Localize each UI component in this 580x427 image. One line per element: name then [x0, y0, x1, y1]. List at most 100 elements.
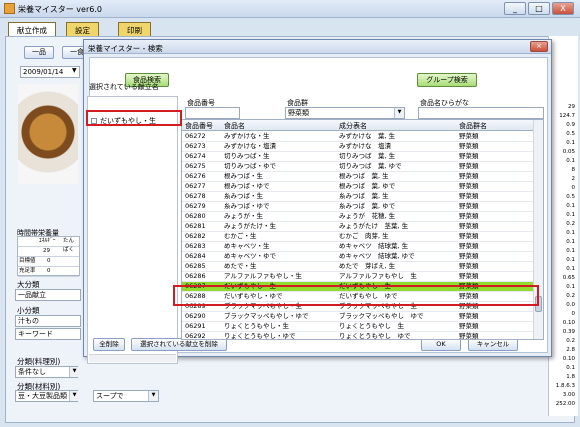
table-cell: 06276	[185, 172, 206, 180]
table-row[interactable]: 06275 切りみつば・ゆで 切りみつば 葉, ゆで 野菜類	[182, 162, 534, 172]
selected-menu-label: 選択されている献立名	[89, 83, 159, 91]
dialog-title: 栄養マイスター - 検索	[88, 44, 163, 53]
close-button[interactable]: X	[552, 2, 574, 15]
table-cell: 野菜類	[459, 262, 479, 270]
class-dish-value: 条件なし	[18, 368, 46, 376]
nutrient-value: 0.1	[566, 203, 575, 209]
table-row[interactable]: 06283 めキャベツ・生 めキャベツ 結球葉, 生 野菜類	[182, 242, 534, 252]
table-cell: りょくとうもやし 生	[339, 322, 404, 330]
table-row[interactable]: 06291 りょくとうもやし・生 りょくとうもやし 生 野菜類	[182, 322, 534, 332]
table-row[interactable]: 06276 根みつば・生 根みつば 葉, 生 野菜類	[182, 172, 534, 182]
nutrient-value: 0.1	[566, 158, 575, 164]
category-field[interactable]: 一品献立	[15, 289, 81, 301]
grid-header-cell[interactable]: 食品群名	[459, 121, 487, 131]
table-row[interactable]: 06286 アルファルファもやし・生 アルファルファもやし 生 野菜類	[182, 272, 534, 282]
food-group-select[interactable]: 野菜類	[285, 107, 405, 119]
selected-menu-list: だいずもやし・生	[87, 96, 178, 364]
grid-header-cell[interactable]: 食品名	[224, 121, 245, 131]
table-row[interactable]: 06279 糸みつば・ゆで 糸みつば 葉, ゆで 野菜類	[182, 202, 534, 212]
tab-menu-create[interactable]: 献立作成	[8, 22, 56, 37]
nutrient-value: 0.10	[562, 320, 575, 326]
table-cell: 06282	[185, 232, 206, 240]
table-cell: アルファルファもやし・生	[224, 272, 302, 280]
dialog-close-button[interactable]: ×	[530, 41, 548, 52]
soup-value: スープで	[96, 392, 124, 400]
grid-header-cell[interactable]: 食品番号	[185, 121, 213, 131]
table-cell: 野菜類	[459, 142, 479, 150]
date-field[interactable]: 2009/01/14	[20, 66, 80, 78]
table-row[interactable]: 06282 むかご・生 むかご 肉芽, 生 野菜類	[182, 232, 534, 242]
table-cell: みょうがたけ・生	[224, 222, 276, 230]
clear-all-button[interactable]: 全削除	[93, 338, 125, 351]
horizontal-scrollbar[interactable]	[89, 354, 176, 362]
grid-header-cell[interactable]: 成分表名	[339, 121, 367, 131]
chevron-down-icon[interactable]: ▼	[69, 367, 79, 377]
minimize-button[interactable]: _	[504, 2, 526, 15]
table-cell: ブラックマッペもやし・ゆで	[224, 312, 309, 320]
table-cell: りょくとうもやし ゆで	[339, 332, 411, 340]
table-row[interactable]: 06292 りょくとうもやし・ゆで りょくとうもやし ゆで 野菜類	[182, 332, 534, 340]
nutrition-row: 目標値 0	[18, 257, 79, 267]
group-search-button[interactable]: グループ検索	[417, 73, 477, 87]
table-cell: 野菜類	[459, 152, 479, 160]
food-kana-input[interactable]	[418, 107, 544, 119]
nutrient-value: 0.5	[566, 194, 575, 200]
table-cell: めキャベツ・ゆで	[224, 252, 276, 260]
single-dish-button[interactable]: 一品	[24, 46, 54, 59]
table-row[interactable]: 06280 みょうが・生 みょうが 花穂, 生 野菜類	[182, 212, 534, 222]
nutrient-value: 252.00	[555, 401, 575, 407]
maximize-button[interactable]: □	[528, 2, 550, 15]
nutrient-value: 8	[571, 167, 576, 173]
table-cell: 切りみつば・生	[224, 152, 270, 160]
table-cell: 糸みつば 葉, 生	[339, 192, 389, 200]
table-cell: りょくとうもやし・生	[224, 322, 289, 330]
nutrition-row-label: 充足率	[19, 268, 36, 274]
table-cell: めキャベツ 結球葉, ゆで	[339, 252, 415, 260]
tab-settings[interactable]: 設定	[66, 22, 99, 36]
nutrient-value: 1.8	[566, 374, 575, 380]
table-row[interactable]: 06284 めキャベツ・ゆで めキャベツ 結球葉, ゆで 野菜類	[182, 252, 534, 262]
table-cell: みょうが・生	[224, 212, 263, 220]
nutrient-value: 0.39	[562, 329, 575, 335]
nutrition-value: 0	[47, 268, 51, 274]
table-cell: 06284	[185, 252, 206, 260]
table-row[interactable]: 06281 みょうがたけ・生 みょうがたけ 茎葉, 生 野菜類	[182, 222, 534, 232]
table-cell: 06275	[185, 162, 206, 170]
nutrient-value: 0.65	[562, 275, 575, 281]
table-cell: 根みつば・生	[224, 172, 263, 180]
table-cell: めキャベツ 結球葉, 生	[339, 242, 409, 250]
table-cell: 野菜類	[459, 232, 479, 240]
nutrient-value: 124.7	[559, 113, 575, 119]
table-cell: 野菜類	[459, 182, 479, 190]
highlight-box-grid-row	[173, 285, 539, 306]
nutrient-value: 29	[568, 104, 575, 110]
table-row[interactable]: 06285 めたで・生 めたで 芽ばえ, 生 野菜類	[182, 262, 534, 272]
subcategory-field[interactable]: 汁もの	[15, 315, 81, 327]
chevron-down-icon[interactable]: ▼	[72, 67, 80, 77]
table-row[interactable]: 06290 ブラックマッペもやし・ゆで ブラックマッペもやし ゆで 野菜類	[182, 312, 534, 322]
nutrient-value: 0.05	[562, 149, 575, 155]
chevron-down-icon[interactable]: ▼	[69, 391, 79, 401]
chevron-down-icon[interactable]: ▼	[394, 108, 404, 118]
nutrient-value: 0.1	[566, 365, 575, 371]
nutrient-value: 0	[571, 185, 576, 191]
tab-print[interactable]: 印刷	[118, 22, 151, 36]
table-cell: 06281	[185, 222, 206, 230]
table-row[interactable]: 06273 みずかけな・塩漬 みずかけな 塩漬 野菜類	[182, 142, 534, 152]
food-number-input[interactable]	[185, 107, 240, 119]
table-row[interactable]: 06272 みずかけな・生 みずかけな 葉, 生 野菜類	[182, 132, 534, 142]
nutrient-value: 0.2	[566, 221, 575, 227]
vertical-scrollbar[interactable]	[533, 120, 543, 339]
table-row[interactable]: 06278 糸みつば・生 糸みつば 葉, 生 野菜類	[182, 192, 534, 202]
chevron-down-icon[interactable]: ▼	[148, 391, 158, 401]
table-cell: 06278	[185, 192, 206, 200]
table-row[interactable]: 06274 切りみつば・生 切りみつば 葉, 生 野菜類	[182, 152, 534, 162]
table-cell: 06285	[185, 262, 206, 270]
table-cell: 06283	[185, 242, 206, 250]
nutrient-value: 0.1	[566, 284, 575, 290]
keyword-field[interactable]: キーワード	[15, 328, 81, 340]
table-cell: 切りみつば・ゆで	[224, 162, 276, 170]
table-row[interactable]: 06277 根みつば・ゆで 根みつば 葉, ゆで 野菜類	[182, 182, 534, 192]
table-cell: 野菜類	[459, 312, 479, 320]
nutrient-value: 0.1	[566, 266, 575, 272]
